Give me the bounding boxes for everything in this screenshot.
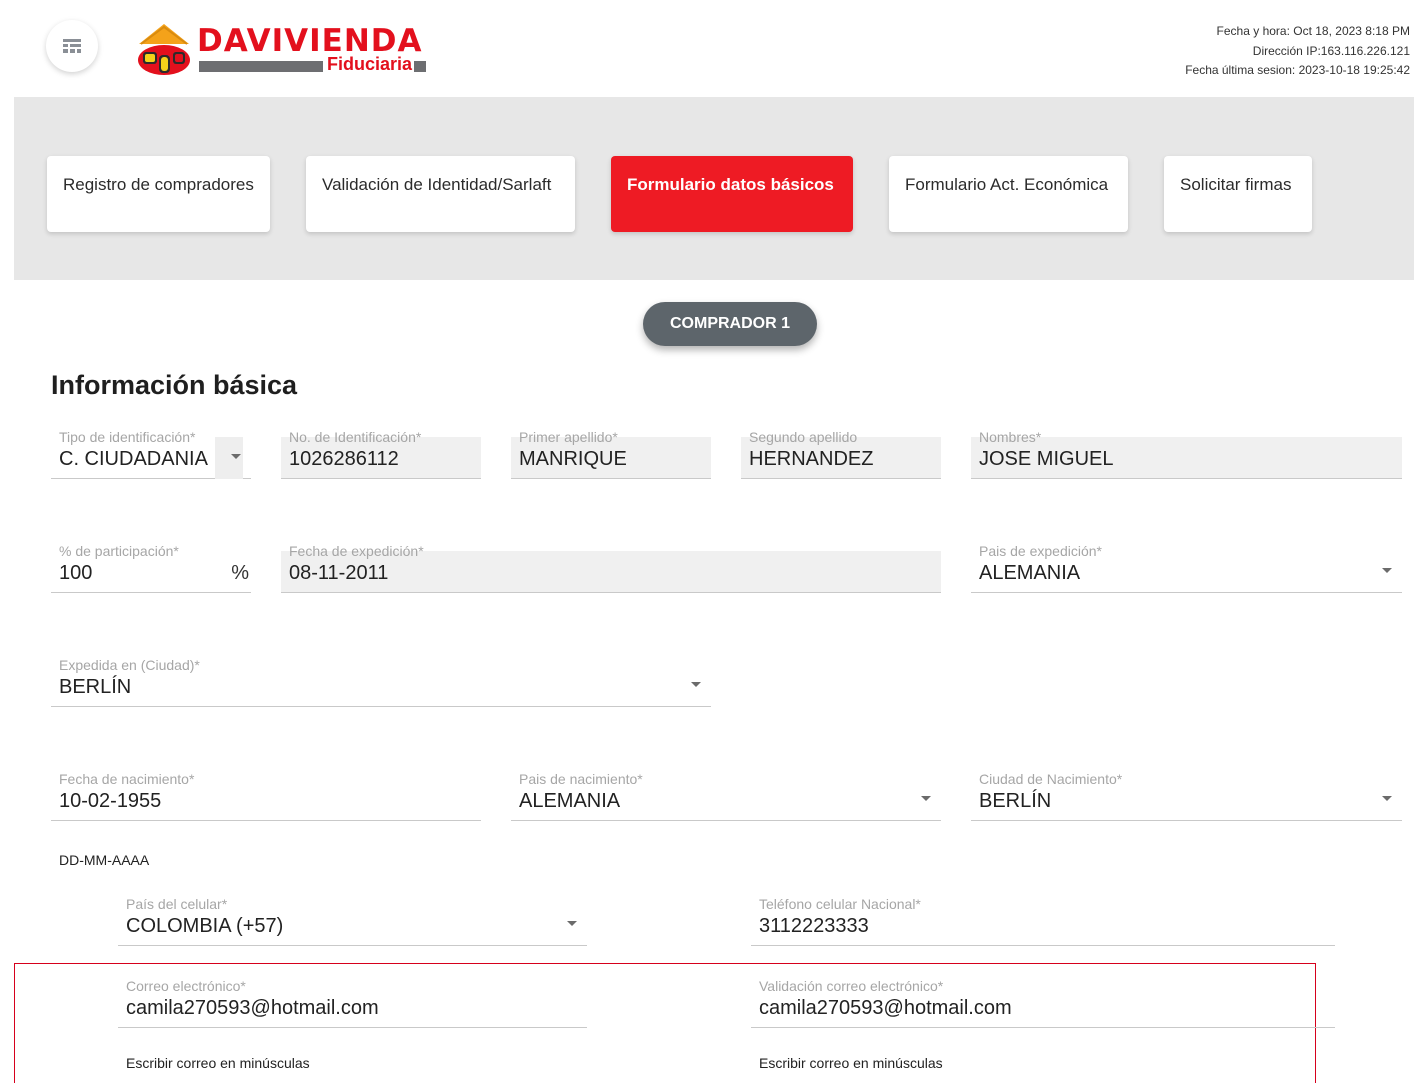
primer-apellido-field: Primer apellido* MANRIQUE <box>511 429 711 487</box>
chevron-down-icon <box>1382 796 1392 801</box>
fecha-expedicion-field: Fecha de expedición* 08-11-2011 <box>281 543 941 601</box>
logo-square <box>414 61 426 72</box>
session-datetime: Fecha y hora: Oct 18, 2023 8:18 PM <box>1216 24 1410 38</box>
fecha-nacimiento-input[interactable]: Fecha de nacimiento* 10-02-1955 <box>51 771 481 829</box>
field-label: Correo electrónico* <box>126 978 246 994</box>
field-value: BERLÍN <box>979 790 1052 812</box>
field-label: Segundo apellido <box>749 429 858 445</box>
session-last-login: Fecha última sesion: 2023-10-18 19:25:42 <box>1185 63 1410 77</box>
comprador-1-button[interactable]: COMPRADOR 1 <box>643 302 817 346</box>
field-value: 1026286112 <box>289 448 399 470</box>
ciudad-nacimiento-select[interactable]: Ciudad de Nacimiento* BERLÍN <box>971 771 1402 829</box>
segundo-apellido-field: Segundo apellido HERNANDEZ <box>741 429 941 487</box>
no-identificacion-field: No. de Identificación* 1026286112 <box>281 429 481 487</box>
field-label: Fecha de nacimiento* <box>59 771 195 787</box>
grid-menu-icon <box>63 39 81 53</box>
expedida-en-select[interactable]: Expedida en (Ciudad)* BERLÍN <box>51 657 711 715</box>
field-label: Ciudad de Nacimiento* <box>979 771 1123 787</box>
brand-subtitle: Fiduciaria <box>327 54 413 74</box>
field-value: 10-02-1955 <box>59 790 162 812</box>
field-value: 08-11-2011 <box>289 562 389 584</box>
email-validation-lowercase-hint: Escribir correo en minúsculas <box>759 1055 943 1071</box>
step-formulario-datos-basicos[interactable]: Formulario datos básicos <box>611 156 853 232</box>
chevron-down-icon <box>567 921 577 926</box>
menu-toggle-button[interactable] <box>46 20 98 72</box>
logo-bar <box>199 61 323 72</box>
chevron-down-icon <box>691 682 701 687</box>
field-label: Primer apellido* <box>519 429 618 445</box>
field-label: No. de Identificación* <box>289 429 422 445</box>
chevron-down-icon <box>231 454 241 459</box>
davivienda-logo: DAVIVIENDA Fiduciaria <box>135 22 435 78</box>
field-value: 3112223333 <box>759 915 869 937</box>
field-label: Validación correo electrónico* <box>759 978 944 994</box>
date-format-hint: DD-MM-AAAA <box>59 852 150 868</box>
step-formulario-act-economica[interactable]: Formulario Act. Económica <box>889 156 1128 232</box>
field-value: JOSE MIGUEL <box>979 448 1114 470</box>
field-value: HERNANDEZ <box>749 448 874 470</box>
field-label: Fecha de expedición* <box>289 543 424 559</box>
validacion-correo-input[interactable]: Validación correo electrónico* camila270… <box>751 978 1335 1036</box>
field-label: Expedida en (Ciudad)* <box>59 657 200 673</box>
participacion-input[interactable]: % de participación* 100 % <box>51 543 251 601</box>
email-lowercase-hint: Escribir correo en minúsculas <box>126 1055 310 1071</box>
field-value: ALEMANIA <box>979 562 1081 584</box>
field-label: % de participación* <box>59 543 179 559</box>
pais-nacimiento-select[interactable]: Pais de nacimiento* ALEMANIA <box>511 771 941 829</box>
chevron-down-icon <box>1382 568 1392 573</box>
field-value: camila270593@hotmail.com <box>126 997 379 1019</box>
chevron-down-icon <box>921 796 931 801</box>
correo-electronico-input[interactable]: Correo electrónico* camila270593@hotmail… <box>118 978 587 1036</box>
field-value: MANRIQUE <box>519 448 627 470</box>
step-registro-compradores[interactable]: Registro de compradores <box>47 156 270 232</box>
field-label: Nombres* <box>979 429 1042 445</box>
field-value: ALEMANIA <box>519 790 621 812</box>
field-label: País del celular* <box>126 896 228 912</box>
pais-expedicion-select[interactable]: Pais de expedición* ALEMANIA <box>971 543 1402 601</box>
field-value: BERLÍN <box>59 676 132 698</box>
pais-celular-select[interactable]: País del celular* COLOMBIA (+57) <box>118 896 587 954</box>
percent-suffix: % <box>231 562 249 584</box>
field-label: Teléfono celular Nacional* <box>759 896 921 912</box>
step-solicitar-firmas[interactable]: Solicitar firmas <box>1164 156 1312 232</box>
top-header: DAVIVIENDA Fiduciaria Fecha y hora: Oct … <box>0 0 1414 97</box>
field-value: COLOMBIA (+57) <box>126 915 284 937</box>
nombres-field: Nombres* JOSE MIGUEL <box>971 429 1402 487</box>
step-validacion-identidad[interactable]: Validación de Identidad/Sarlaft <box>306 156 575 232</box>
telefono-celular-input[interactable]: Teléfono celular Nacional* 3112223333 <box>751 896 1335 954</box>
session-info: Fecha y hora: Oct 18, 2023 8:18 PM Direc… <box>1185 22 1410 81</box>
house-logo-icon <box>138 24 190 75</box>
field-value: 100 <box>59 562 93 584</box>
field-value: C. CIUDADANIA <box>59 448 208 470</box>
field-label: Pais de nacimiento* <box>519 771 643 787</box>
section-title: Información básica <box>51 370 298 400</box>
field-label: Pais de expedición* <box>979 543 1102 559</box>
field-value: camila270593@hotmail.com <box>759 997 1012 1019</box>
tipo-identificacion-select[interactable]: Tipo de identificación* C. CIUDADANIA <box>51 429 251 487</box>
field-label: Tipo de identificación* <box>59 429 196 445</box>
session-ip: Dirección IP:163.116.226.121 <box>1252 43 1410 58</box>
